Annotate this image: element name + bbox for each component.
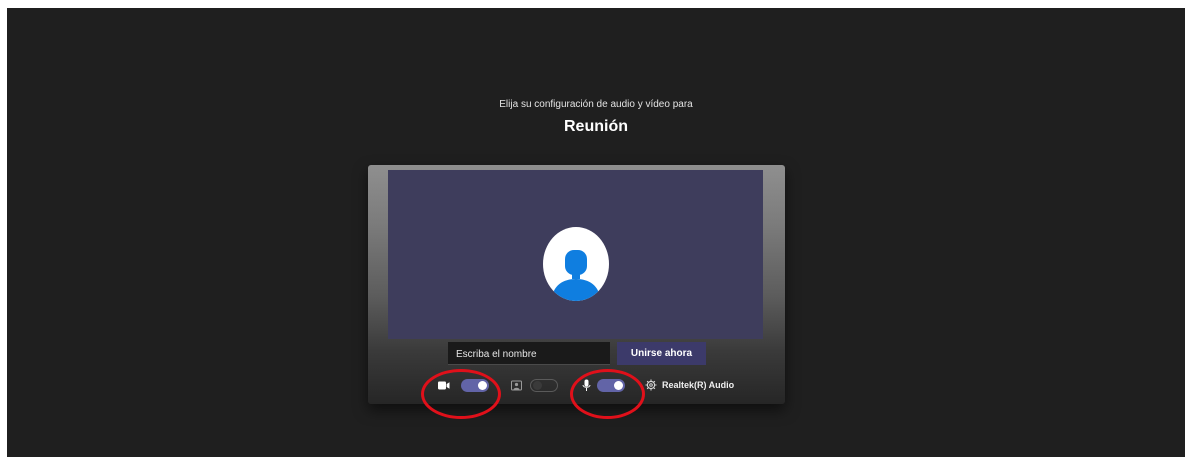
microphone-icon	[582, 379, 591, 391]
microphone-toggle[interactable]	[597, 379, 625, 392]
device-controls: Realtek(R) Audio	[368, 165, 785, 404]
background-effects-toggle[interactable]	[530, 379, 558, 392]
camera-toggle-knob	[478, 381, 487, 390]
microphone-toggle-knob	[614, 381, 623, 390]
gear-icon[interactable]	[645, 379, 657, 391]
camera-icon	[438, 381, 450, 390]
background-effects-toggle-knob	[533, 381, 542, 390]
camera-toggle[interactable]	[461, 379, 489, 392]
prejoin-card: Unirse ahora	[368, 165, 785, 404]
prejoin-subtitle: Elija su configuración de audio y vídeo …	[499, 99, 693, 110]
audio-device-label[interactable]: Realtek(R) Audio	[662, 380, 734, 390]
meeting-title: Reunión	[564, 118, 628, 135]
background-blur-icon	[511, 380, 522, 391]
